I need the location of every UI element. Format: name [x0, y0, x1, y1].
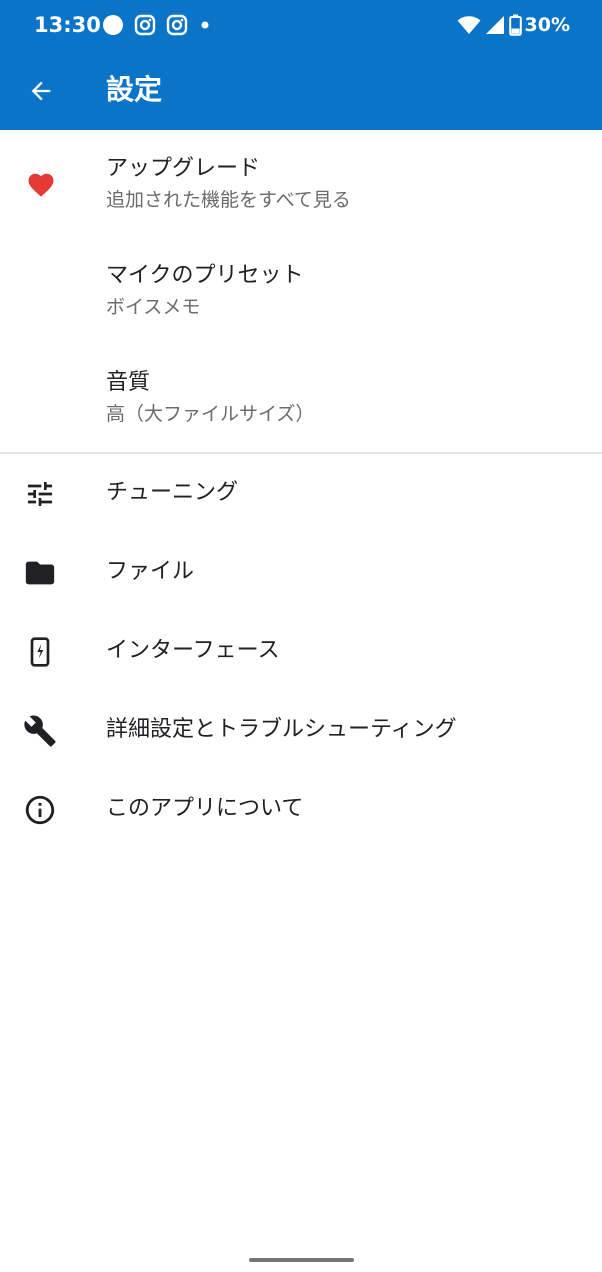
- upgrade-item[interactable]: アップグレード 追加された機能をすべて見る: [0, 130, 602, 237]
- menu-item-files[interactable]: ファイル: [0, 533, 602, 612]
- battery-percent: 30%: [524, 14, 570, 36]
- audio-quality-title: 音質: [106, 370, 151, 395]
- heart-icon: [24, 168, 58, 202]
- mic-preset-item[interactable]: マイクのプリセット ボイスメモ: [0, 237, 602, 344]
- menu-item-label: チューニング: [106, 480, 239, 505]
- phone-interface-icon: [22, 634, 58, 670]
- battery-icon: [508, 14, 522, 36]
- notification-icons: [102, 13, 222, 37]
- circle-notification-icon: [102, 14, 124, 36]
- menu-item-tuning[interactable]: チューニング: [0, 454, 602, 533]
- arrow-back-icon: [31, 81, 51, 101]
- settings-screen: 13:30 30% 設定 アップグレード 追加された機能をすべて見る マイクのプ…: [0, 0, 602, 1272]
- wrench-icon: [22, 713, 58, 749]
- system-status-icons: 30%: [453, 12, 570, 38]
- upgrade-subtitle: 追加された機能をすべて見る: [106, 189, 351, 211]
- signal-icon: [485, 15, 505, 35]
- page-title: 設定: [106, 73, 163, 106]
- menu-item-about[interactable]: このアプリについて: [0, 770, 602, 849]
- tune-sliders-icon: [22, 476, 58, 512]
- folder-icon: [22, 555, 58, 591]
- menu-item-interface[interactable]: インターフェース: [0, 612, 602, 691]
- audio-quality-value: 高（大ファイルサイズ）: [106, 403, 315, 425]
- status-bar: 13:30 30%: [0, 0, 602, 50]
- status-time: 13:30: [34, 13, 101, 37]
- menu-item-label: ファイル: [106, 559, 195, 584]
- gesture-navigation-bar[interactable]: [249, 1258, 354, 1262]
- dot-icon: [198, 14, 212, 36]
- upgrade-title: アップグレード: [106, 156, 261, 181]
- mic-preset-title: マイクのプリセット: [106, 263, 304, 288]
- audio-quality-item[interactable]: 音質 高（大ファイルサイズ）: [0, 344, 602, 451]
- instagram-icon: [166, 14, 188, 36]
- settings-list: アップグレード 追加された機能をすべて見る マイクのプリセット ボイスメモ 音質…: [0, 130, 602, 849]
- app-bar: 設定: [0, 50, 602, 130]
- menu-item-label: 詳細設定とトラブルシューティング: [106, 717, 457, 742]
- menu-item-label: このアプリについて: [106, 796, 304, 821]
- back-button[interactable]: [24, 74, 58, 108]
- menu-item-label: インターフェース: [106, 638, 280, 663]
- instagram-icon: [134, 14, 156, 36]
- wifi-icon: [457, 15, 481, 35]
- mic-preset-value: ボイスメモ: [106, 296, 201, 318]
- menu-item-advanced[interactable]: 詳細設定とトラブルシューティング: [0, 691, 602, 770]
- info-icon: [22, 792, 58, 828]
